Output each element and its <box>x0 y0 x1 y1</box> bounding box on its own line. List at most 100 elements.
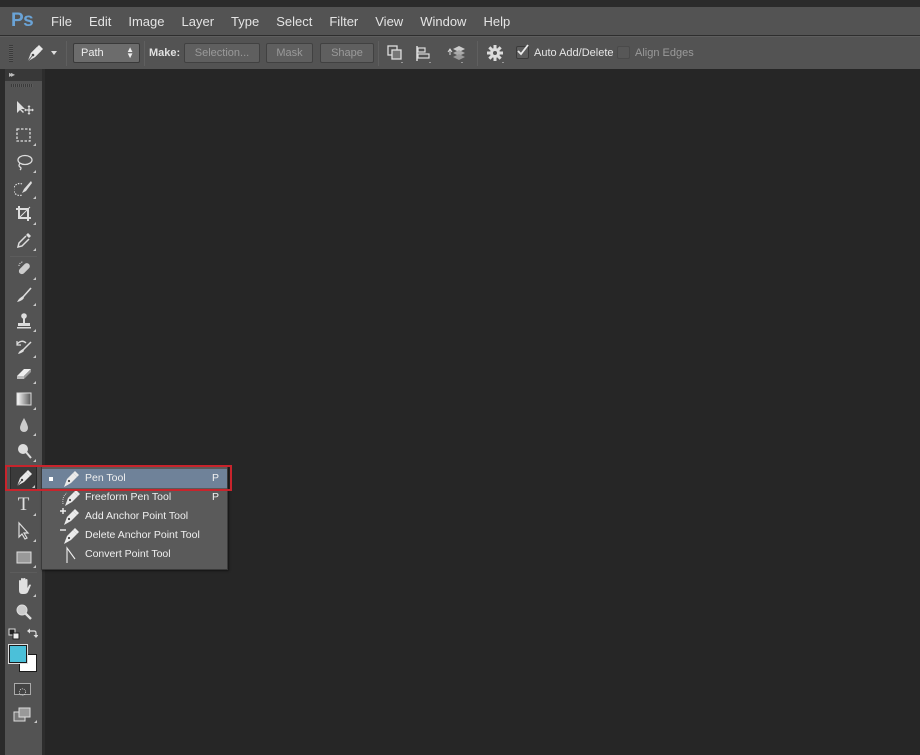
drop-icon <box>19 418 28 432</box>
pen-tool-flyout-menu: Pen Tool P Freeform Pen Tool P Add Ancho… <box>41 466 228 570</box>
menu-bar: Ps File Edit Image Layer Type Select Fil… <box>0 7 920 35</box>
flyout-label: Freeform Pen Tool <box>85 491 172 503</box>
tool-hand[interactable] <box>10 574 37 598</box>
checkmark-icon <box>517 44 529 56</box>
magnifier-icon <box>16 604 32 620</box>
convert-point-icon <box>66 546 76 563</box>
path-operations-button[interactable] <box>385 43 407 65</box>
menu-filter[interactable]: Filter <box>321 14 367 29</box>
submenu-indicator-icon <box>33 248 36 251</box>
flyout-item-delete-anchor-point-tool[interactable]: Delete Anchor Point Tool <box>42 526 227 545</box>
quick-selection-icon <box>13 181 32 197</box>
tool-dodge[interactable] <box>10 439 37 463</box>
make-selection-button[interactable]: Selection... <box>184 43 260 63</box>
options-bar-grip[interactable] <box>9 45 13 62</box>
tool-zoom[interactable] <box>10 600 37 624</box>
submenu-indicator-icon <box>33 329 36 332</box>
tool-eraser[interactable] <box>10 361 37 385</box>
rectangle-icon <box>16 551 31 564</box>
freeform-pen-icon <box>62 490 80 506</box>
tool-path-selection[interactable] <box>10 519 37 543</box>
menu-file[interactable]: File <box>46 14 80 29</box>
submenu-indicator-icon <box>33 277 36 280</box>
submenu-indicator-icon <box>33 355 36 358</box>
menu-type[interactable]: Type <box>223 14 268 29</box>
flyout-shortcut: P <box>212 472 220 484</box>
menu-view[interactable]: View <box>367 14 412 29</box>
tool-eyedropper[interactable] <box>10 228 37 252</box>
path-arrangement-button[interactable] <box>445 43 467 65</box>
tool-rectangular-marquee[interactable] <box>10 123 37 147</box>
flyout-item-add-anchor-point-tool[interactable]: Add Anchor Point Tool <box>42 507 227 526</box>
menu-layer[interactable]: Layer <box>173 14 223 29</box>
path-arrangement-icon <box>447 46 465 63</box>
menu-select[interactable]: Select <box>268 14 321 29</box>
menu-image[interactable]: Image <box>120 14 173 29</box>
submenu-indicator-icon <box>33 170 36 173</box>
tool-spot-healing-brush[interactable] <box>10 257 37 281</box>
type-icon: T <box>17 494 30 515</box>
tools-panel-grip[interactable] <box>11 84 33 87</box>
direct-select-arrow-icon <box>17 521 29 540</box>
options-divider <box>477 41 478 66</box>
flyout-shortcut: P <box>212 491 220 503</box>
brush-icon <box>16 287 32 302</box>
tool-pen[interactable] <box>10 466 37 490</box>
settings-button[interactable] <box>485 43 507 65</box>
foreground-color-swatch[interactable] <box>8 644 28 664</box>
flyout-item-pen-tool[interactable]: Pen Tool P <box>42 469 227 488</box>
expand-panel-icon[interactable]: ▸▸ <box>9 70 15 79</box>
submenu-indicator-icon <box>33 513 36 516</box>
tool-group-divider <box>10 572 37 573</box>
flyout-label: Convert Point Tool <box>85 548 171 560</box>
history-brush-icon <box>15 340 32 354</box>
dodge-icon <box>17 444 32 459</box>
tool-clone-stamp[interactable] <box>10 309 37 333</box>
submenu-indicator-icon <box>33 407 36 410</box>
tool-history-brush[interactable] <box>10 335 37 359</box>
tool-rectangle[interactable] <box>10 545 37 569</box>
add-anchor-point-icon <box>60 508 79 525</box>
tools-panel-header: ▸▸ <box>5 69 42 81</box>
swap-colors-icon[interactable] <box>26 627 38 639</box>
quick-mask-button[interactable] <box>14 683 31 696</box>
make-mask-button[interactable]: Mask <box>266 43 313 63</box>
chevron-down-icon <box>51 51 57 55</box>
tool-type[interactable]: T <box>10 493 37 517</box>
options-divider <box>66 41 67 66</box>
path-alignment-button[interactable] <box>413 43 435 65</box>
tool-quick-selection[interactable] <box>10 176 37 200</box>
flyout-item-freeform-pen-tool[interactable]: Freeform Pen Tool P <box>42 488 227 507</box>
align-edges-checkbox[interactable] <box>617 46 630 59</box>
menu-window[interactable]: Window <box>412 14 475 29</box>
submenu-indicator-icon <box>32 485 35 488</box>
tool-blur[interactable] <box>10 413 37 437</box>
screen-mode-button[interactable] <box>13 707 39 725</box>
submenu-indicator-icon <box>33 433 36 436</box>
options-divider <box>144 41 145 66</box>
tool-brush[interactable] <box>10 283 37 307</box>
submenu-indicator-icon <box>33 381 36 384</box>
marquee-icon <box>15 128 31 142</box>
menu-edit[interactable]: Edit <box>80 14 119 29</box>
tool-move[interactable] <box>10 96 37 120</box>
bandage-icon <box>18 261 30 275</box>
document-canvas-area[interactable] <box>45 69 920 755</box>
submenu-indicator-icon <box>33 565 36 568</box>
flyout-item-convert-point-tool[interactable]: Convert Point Tool <box>42 545 227 564</box>
make-label: Make: <box>149 47 181 59</box>
tool-lasso[interactable] <box>10 150 37 174</box>
tool-preset-picker[interactable] <box>24 41 64 65</box>
hand-icon <box>18 578 31 594</box>
crop-icon <box>15 206 31 221</box>
window-top-strip <box>0 0 920 7</box>
flyout-label: Add Anchor Point Tool <box>85 510 189 522</box>
mode-select[interactable]: Path ▲ ▼ <box>73 43 140 63</box>
make-shape-button[interactable]: Shape <box>320 43 374 63</box>
submenu-indicator-icon <box>33 143 36 146</box>
tool-gradient[interactable] <box>10 387 37 411</box>
tool-crop[interactable] <box>10 202 37 226</box>
default-colors-icon[interactable] <box>8 628 20 640</box>
auto-add-delete-checkbox[interactable] <box>516 44 529 59</box>
menu-help[interactable]: Help <box>475 14 519 29</box>
